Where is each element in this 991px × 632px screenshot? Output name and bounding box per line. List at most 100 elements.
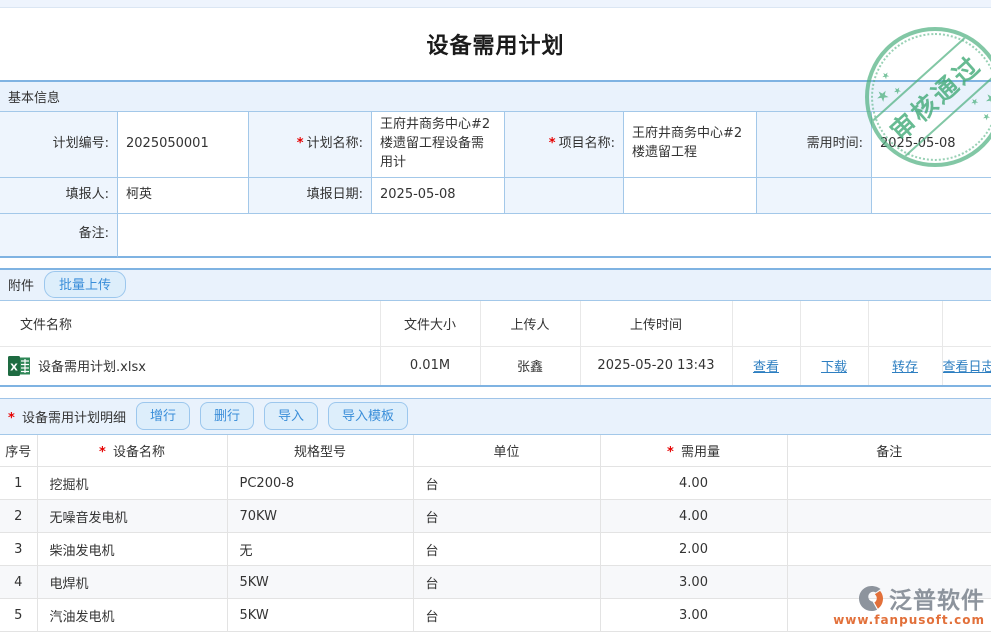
file-upload-time: 2025-05-20 13:43 — [580, 347, 732, 386]
field-label-text: 备注: — [79, 225, 109, 244]
required-asterisk: * — [549, 135, 556, 154]
field-value-need-date: 2025-05-08 — [872, 112, 991, 178]
detail-cell-name: 无噪音发电机 — [37, 500, 227, 533]
column-header-equipment-name: * 设备名称 — [37, 435, 227, 467]
attachment-table: 文件名称 文件大小 上传人 上传时间 — [0, 301, 991, 387]
detail-cell-model: PC200-8 — [227, 467, 413, 500]
field-value-project-name: 王府井商务中心#2楼遗留工程 — [624, 112, 757, 178]
detail-cell-model: 无 — [227, 533, 413, 566]
detail-cell-qty: 2.00 — [600, 533, 787, 566]
attachment-file-row: X 设备需用计划.xlsx 0.01M 张鑫 2025-05-20 13:43 … — [0, 347, 991, 386]
field-label-plan-name: * 计划名称: — [249, 112, 372, 178]
field-label-remark: 备注: — [0, 214, 118, 258]
field-value-empty — [872, 178, 991, 214]
attachment-header-row: 文件名称 文件大小 上传人 上传时间 — [0, 301, 991, 347]
detail-header-row: 序号 * 设备名称 规格型号 单位 * 需用量 备注 — [0, 435, 991, 467]
detail-row: 2无噪音发电机70KW台4.00 — [0, 500, 991, 533]
detail-cell-unit: 台 — [413, 533, 600, 566]
svg-text:X: X — [10, 362, 18, 373]
fanpu-logo-icon — [858, 585, 885, 612]
detail-cell-qty: 3.00 — [600, 566, 787, 599]
basic-info-row-1: * 计划编号: 2025050001 * 计划名称: 王府井商务中心#2楼遗留工… — [0, 112, 991, 178]
add-row-button[interactable]: 增行 — [136, 402, 190, 430]
field-label-plan-no: * 计划编号: — [0, 112, 118, 178]
field-label-reporter: 填报人: — [0, 178, 118, 214]
field-value-report-date: 2025-05-08 — [372, 178, 505, 214]
basic-info-row-2: 填报人: 柯英 填报日期: 2025-05-08 — [0, 178, 991, 214]
column-header-remark: 备注 — [787, 435, 991, 467]
delete-row-button[interactable]: 删行 — [200, 402, 254, 430]
section-title: * 设备需用计划明细 — [8, 407, 126, 426]
section-header-basic-info: 基本信息 — [0, 80, 991, 112]
section-header-attachment: 附件 批量上传 — [0, 268, 991, 301]
detail-cell-unit: 台 — [413, 500, 600, 533]
file-name-cell: X 设备需用计划.xlsx — [0, 356, 380, 376]
column-header-seq: 序号 — [0, 435, 37, 467]
required-asterisk: * — [297, 135, 304, 154]
column-header-empty — [942, 301, 991, 347]
section-title: 附件 — [8, 275, 34, 294]
field-label-need-date: * 需用时间: — [757, 112, 872, 178]
detail-cell-name: 电焊机 — [37, 566, 227, 599]
column-header-upload-time: 上传时间 — [580, 301, 732, 347]
field-label-empty — [505, 178, 624, 214]
vendor-url: www.fanpusoft.com — [833, 613, 985, 627]
field-label-text: 计划名称: — [307, 135, 363, 154]
top-strip — [0, 0, 991, 8]
page-title: 设备需用计划 — [426, 28, 564, 60]
field-label-report-date: 填报日期: — [249, 178, 372, 214]
detail-cell-no: 2 — [0, 500, 37, 533]
field-value-plan-name: 王府井商务中心#2楼遗留工程设备需用计 — [372, 112, 505, 178]
field-value-empty — [624, 178, 757, 214]
file-size: 0.01M — [380, 347, 480, 386]
detail-cell-no: 4 — [0, 566, 37, 599]
field-value-remark — [118, 214, 991, 258]
detail-cell-name: 汽油发电机 — [37, 599, 227, 632]
excel-file-icon: X — [8, 356, 30, 376]
detail-cell-qty: 4.00 — [600, 500, 787, 533]
detail-cell-model: 5KW — [227, 566, 413, 599]
file-name: 设备需用计划.xlsx — [38, 356, 146, 375]
section-title: 基本信息 — [8, 87, 60, 106]
detail-cell-model: 5KW — [227, 599, 413, 632]
detail-cell-unit: 台 — [413, 467, 600, 500]
detail-cell-remark — [787, 533, 991, 566]
required-asterisk: * — [667, 445, 674, 460]
import-template-button[interactable]: 导入模板 — [328, 402, 408, 430]
column-header-model: 规格型号 — [227, 435, 413, 467]
column-header-file-name: 文件名称 — [0, 301, 380, 347]
detail-cell-no: 3 — [0, 533, 37, 566]
detail-row: 3柴油发电机无台2.00 — [0, 533, 991, 566]
file-view-log-link[interactable]: 查看日志 — [943, 360, 991, 375]
detail-cell-remark — [787, 500, 991, 533]
detail-cell-no: 1 — [0, 467, 37, 500]
section-header-detail: * 设备需用计划明细 增行 删行 导入 导入模板 — [0, 398, 991, 435]
column-header-empty — [868, 301, 942, 347]
detail-row: 1挖掘机PC200-8台4.00 — [0, 467, 991, 500]
file-uploader: 张鑫 — [480, 347, 580, 386]
file-transfer-link[interactable]: 转存 — [892, 360, 918, 375]
field-label-text: 填报日期: — [307, 186, 363, 205]
field-label-project-name: * 项目名称: — [505, 112, 624, 178]
field-label-text: 需用时间: — [807, 135, 863, 154]
field-label-text: 填报人: — [66, 186, 109, 205]
detail-cell-name: 挖掘机 — [37, 467, 227, 500]
detail-cell-unit: 台 — [413, 566, 600, 599]
column-header-quantity: * 需用量 — [600, 435, 787, 467]
file-download-link[interactable]: 下载 — [821, 360, 847, 375]
title-bar: 设备需用计划 — [0, 8, 991, 80]
detail-cell-qty: 4.00 — [600, 467, 787, 500]
field-value-plan-no: 2025050001 — [118, 112, 249, 178]
detail-cell-no: 5 — [0, 599, 37, 632]
required-asterisk: * — [8, 411, 15, 426]
field-label-empty — [757, 178, 872, 214]
detail-cell-qty: 3.00 — [600, 599, 787, 632]
required-asterisk: * — [99, 445, 106, 460]
import-button[interactable]: 导入 — [264, 402, 318, 430]
basic-info-row-3: 备注: — [0, 214, 991, 258]
detail-cell-unit: 台 — [413, 599, 600, 632]
file-view-link[interactable]: 查看 — [753, 360, 779, 375]
batch-upload-button[interactable]: 批量上传 — [44, 271, 126, 299]
detail-cell-name: 柴油发电机 — [37, 533, 227, 566]
field-label-text: 项目名称: — [559, 135, 615, 154]
